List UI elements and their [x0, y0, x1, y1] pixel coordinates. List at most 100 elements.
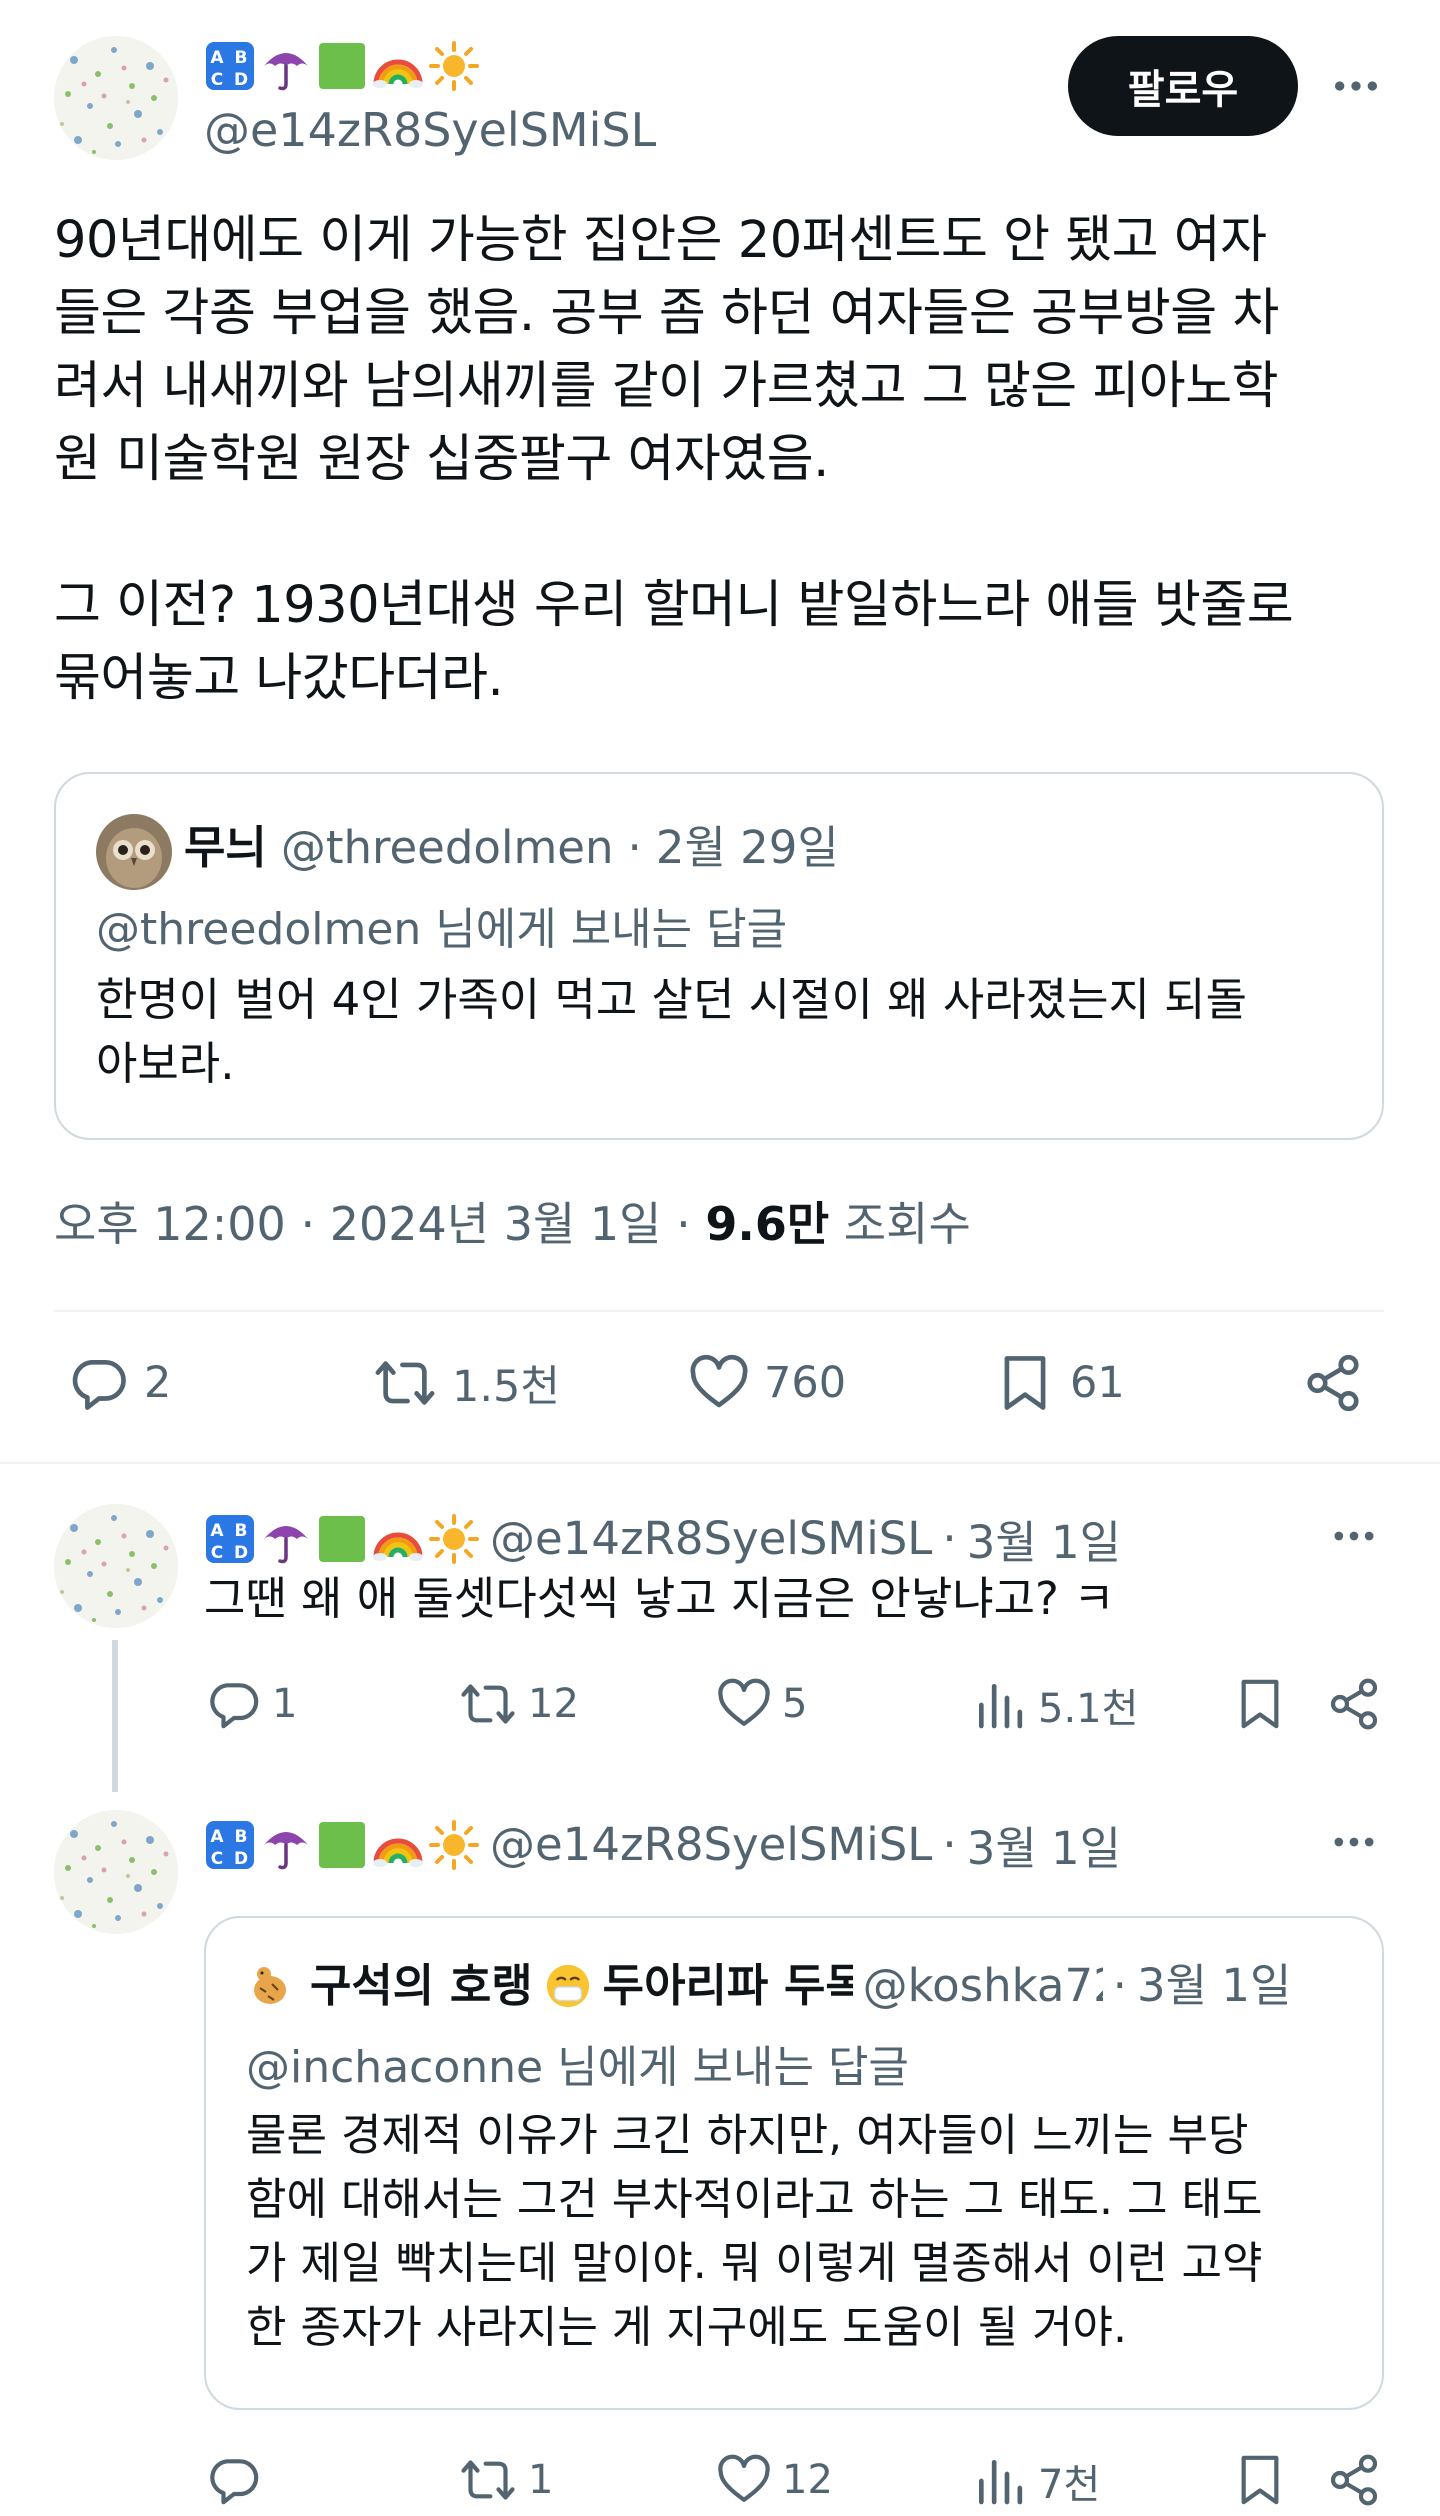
- green-square-icon: [316, 1513, 368, 1565]
- reply-date[interactable]: 3월 1일: [967, 1506, 1121, 1571]
- reply-views-count: 5.1천: [1038, 1686, 1139, 1732]
- reply-like-count: 12: [782, 2457, 833, 2503]
- reply-more-icon[interactable]: [1328, 1510, 1380, 1562]
- reply-reply-button[interactable]: [206, 2452, 272, 2508]
- reply-share-button[interactable]: [1326, 1676, 1382, 1732]
- reply-views-button[interactable]: 5.1천: [972, 1676, 1138, 1734]
- heart-icon: [716, 1676, 772, 1732]
- reply-text: 그땐 왜 애 둘셋다섯씩 낳고 지금은 안낳냐고? ㅋ: [204, 1572, 1115, 1625]
- reply-bookmark-button[interactable]: [1232, 1676, 1288, 1732]
- tweet-meta: 오후 12:00 · 2024년 3월 1일 · 9.6만 조회수: [54, 1192, 971, 1256]
- quoted-separator: ·: [1112, 1959, 1127, 2012]
- quoted-avatar: [246, 1960, 294, 2008]
- repost-icon: [372, 1352, 438, 1414]
- mask-face-icon: [543, 1961, 593, 2011]
- reply-repost-count: 1: [528, 2457, 554, 2503]
- like-count: 760: [764, 1358, 847, 1408]
- author-avatar[interactable]: [54, 36, 178, 160]
- more-options-icon[interactable]: [1328, 58, 1384, 114]
- reply-display-name-emojis[interactable]: [204, 1513, 480, 1565]
- reply-avatar[interactable]: [54, 1810, 178, 1934]
- reply-avatar[interactable]: [54, 1504, 178, 1628]
- reply-icon: [206, 2452, 262, 2508]
- share-icon: [1326, 2452, 1382, 2508]
- tweet-timestamp[interactable]: 오후 12:00 · 2024년 3월 1일 ·: [54, 1197, 705, 1251]
- tweet-text: 90년대에도 이게 가능한 집안은 20퍼센트도 안 됐고 여자 들은 각종 부…: [54, 211, 1294, 708]
- display-name-emojis[interactable]: [204, 40, 480, 92]
- bookmark-button[interactable]: 61: [994, 1352, 1125, 1414]
- repost-button[interactable]: 1.5천: [372, 1352, 560, 1414]
- share-button[interactable]: [1302, 1352, 1364, 1414]
- quoted-tweet[interactable]: 구석의 호랭 두아리파 두목 @koshka72 · 3월 1일 @inchac…: [204, 1916, 1384, 2410]
- section-divider: [0, 1462, 1440, 1464]
- follow-button[interactable]: 팔로우: [1068, 36, 1298, 136]
- bookmark-count: 61: [1070, 1358, 1125, 1408]
- reply-button[interactable]: 2: [68, 1352, 171, 1414]
- rainbow-icon: [372, 1513, 424, 1565]
- share-icon: [1326, 1676, 1382, 1732]
- quoted-author-handle: @koshka72: [862, 1959, 1103, 2012]
- quoted-author-name: 구석의 호랭: [310, 1959, 533, 2012]
- views-icon: [972, 2453, 1028, 2509]
- reply-more-icon[interactable]: [1328, 1816, 1380, 1868]
- bookmark-icon: [994, 1352, 1056, 1414]
- reply-share-button[interactable]: [1326, 2452, 1382, 2508]
- reply-count: 2: [144, 1358, 172, 1408]
- quoted-reply-to: @threedolmen 님에게 보내는 답글: [96, 904, 788, 955]
- quoted-text: 물론 경제적 이유가 크긴 하지만, 여자들이 느끼는 부당 함에 대해서는 그…: [246, 2110, 1263, 2353]
- meta-divider: [54, 1310, 1384, 1312]
- reply-like-button[interactable]: 12: [716, 2452, 833, 2508]
- repost-count: 1.5천: [452, 1362, 560, 1412]
- abcd-icon: [204, 1819, 256, 1871]
- rainbow-icon: [372, 40, 424, 92]
- sun-icon: [428, 1819, 480, 1871]
- reply-date[interactable]: 3월 1일: [967, 1812, 1121, 1877]
- reply-repost-button[interactable]: 12: [458, 1676, 579, 1732]
- quoted-author-name: 무늬: [184, 821, 267, 874]
- reply-like-button[interactable]: 5: [716, 1676, 807, 1732]
- sun-icon: [428, 40, 480, 92]
- green-square-icon: [316, 1819, 368, 1871]
- reply-views-button[interactable]: 7천: [972, 2452, 1100, 2510]
- green-square-icon: [316, 40, 368, 92]
- reply-header: @e14zR8SyelSMiSL · 3월 1일: [204, 1506, 1121, 1571]
- reply-header: @e14zR8SyelSMiSL · 3월 1일: [204, 1812, 1121, 1877]
- like-button[interactable]: 760: [688, 1352, 846, 1414]
- sun-icon: [428, 1513, 480, 1565]
- author-handle[interactable]: @e14zR8SyelSMiSL: [204, 100, 656, 160]
- share-icon: [1302, 1352, 1364, 1414]
- reply-repost-button[interactable]: 1: [458, 2452, 553, 2508]
- reply-reply-button[interactable]: 1: [206, 1676, 297, 1732]
- view-count: 9.6만: [705, 1197, 830, 1251]
- views-icon: [972, 1677, 1028, 1733]
- repost-icon: [458, 1676, 518, 1732]
- abcd-icon: [204, 40, 256, 92]
- abcd-icon: [204, 1513, 256, 1565]
- quoted-tweet[interactable]: 무늬 @threedolmen · 2월 29일 @threedolmen 님에…: [54, 772, 1384, 1140]
- quoted-avatar: [96, 814, 172, 890]
- reply-icon: [206, 1676, 262, 1732]
- quoted-author-name-suffix: 두아리파 두목: [602, 1959, 853, 2012]
- bookmark-icon: [1232, 1676, 1288, 1732]
- heart-icon: [688, 1352, 750, 1414]
- umbrella-icon: [260, 40, 312, 92]
- reply-bookmark-button[interactable]: [1232, 2452, 1288, 2508]
- thread-line: [112, 1640, 118, 1792]
- quoted-text: 한명이 벌어 4인 가족이 먹고 살던 시절이 왜 사라졌는지 되돌 아보라.: [96, 973, 1247, 1090]
- follow-button-label: 팔로우: [1127, 67, 1239, 113]
- reply-display-name-emojis[interactable]: [204, 1819, 480, 1871]
- reply-handle[interactable]: @e14zR8SyelSMiSL: [490, 1818, 932, 1871]
- quoted-separator: ·: [627, 821, 642, 874]
- bookmark-icon: [1232, 2452, 1288, 2508]
- quoted-author-handle: @threedolmen: [280, 821, 614, 874]
- reply-handle[interactable]: @e14zR8SyelSMiSL: [490, 1512, 932, 1565]
- reply-repost-count: 12: [528, 1681, 579, 1727]
- quoted-reply-to: @inchaconne 님에게 보내는 답글: [246, 2042, 909, 2093]
- view-label: 조회수: [829, 1197, 971, 1251]
- reply-separator: ·: [942, 1512, 957, 1565]
- reply-reply-count: 1: [272, 1681, 298, 1727]
- repost-icon: [458, 2452, 518, 2508]
- umbrella-icon: [260, 1819, 312, 1871]
- heart-icon: [716, 2452, 772, 2508]
- quoted-date: 2월 29일: [655, 821, 839, 874]
